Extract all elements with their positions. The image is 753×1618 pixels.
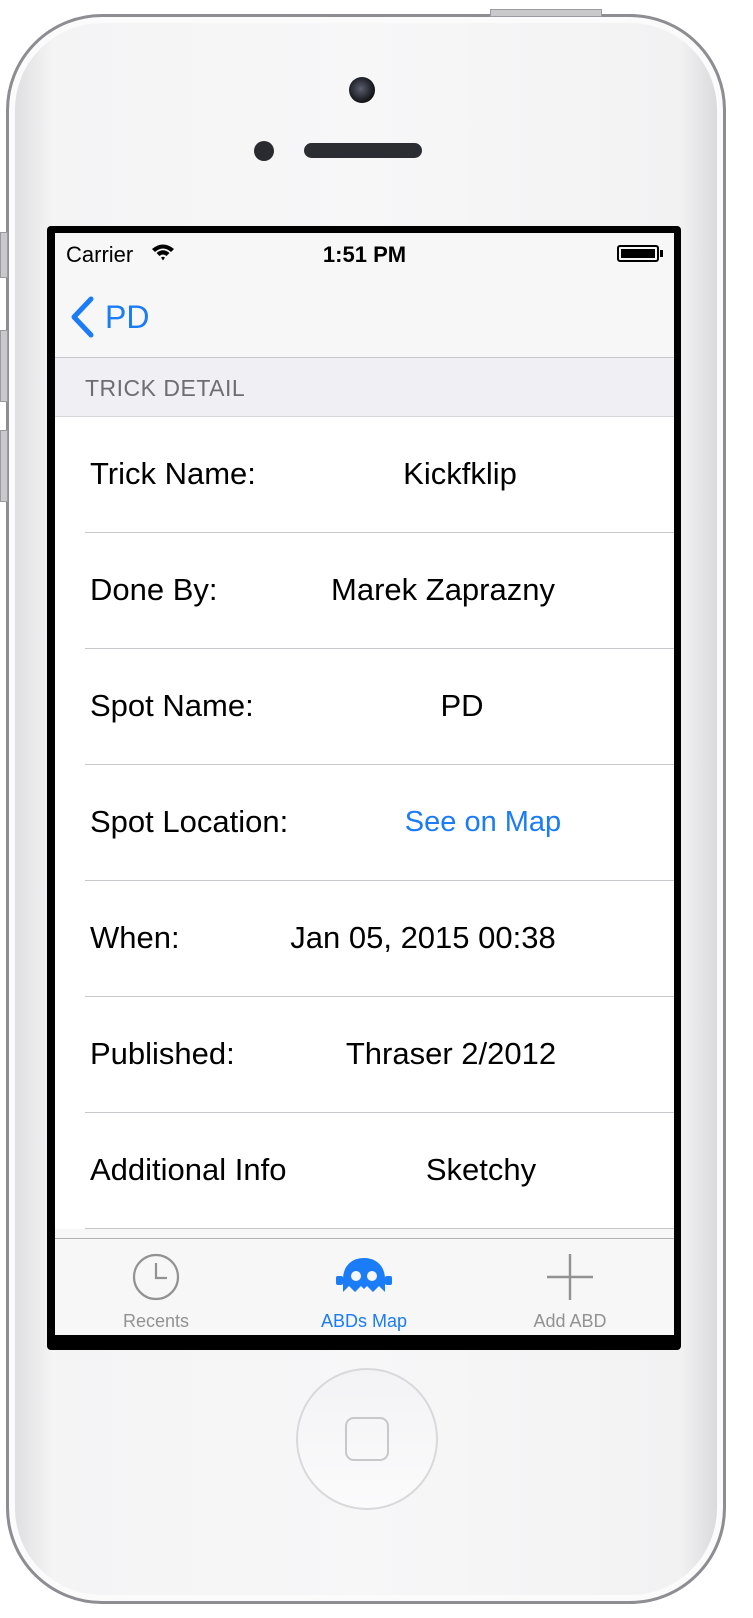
back-button-label: PD xyxy=(105,298,150,335)
detail-label: Additional Info xyxy=(90,1152,287,1187)
ghost-icon xyxy=(336,1258,392,1292)
screen: Carrier 1:51 PM PD TRICK DETAIL Trick Na… xyxy=(55,233,674,1335)
detail-value: PD xyxy=(440,688,484,723)
detail-value: Sketchy xyxy=(425,1152,537,1187)
back-button[interactable]: PD xyxy=(69,295,149,339)
tab-label: Recents xyxy=(122,1311,190,1331)
proximity-sensor xyxy=(254,141,274,161)
detail-value: Kickfklip xyxy=(403,456,517,491)
tab-bar: Recents ABDs Map Add ABD xyxy=(55,1238,674,1335)
battery-icon xyxy=(617,245,659,262)
tab-abds-map[interactable]: ABDs Map xyxy=(261,1239,467,1335)
detail-label: Spot Name: xyxy=(90,688,254,723)
detail-row-spot-location[interactable]: Spot Location: See on Map xyxy=(55,765,674,881)
tab-label: ABDs Map xyxy=(320,1311,408,1331)
detail-row-trick-name[interactable]: Trick Name: Kickfklip xyxy=(55,417,674,533)
navigation-bar: PD xyxy=(55,277,674,357)
detail-row-published[interactable]: Published: Thraser 2/2012 xyxy=(55,997,674,1113)
detail-row-additional-info[interactable]: Additional Info Sketchy xyxy=(55,1113,674,1229)
section-header-title: TRICK DETAIL xyxy=(85,375,246,401)
detail-row-done-by[interactable]: Done By: Marek Zaprazny xyxy=(55,533,674,649)
detail-value: Marek Zaprazny xyxy=(331,572,555,607)
see-on-map-link[interactable]: See on Map xyxy=(313,806,653,839)
clock-icon xyxy=(132,1253,180,1301)
row-divider xyxy=(85,1228,674,1229)
tab-add-abd[interactable]: Add ABD xyxy=(467,1239,673,1335)
battery-cap xyxy=(660,250,663,257)
detail-row-spot-name[interactable]: Spot Name: PD xyxy=(55,649,674,765)
home-button[interactable] xyxy=(296,1368,438,1510)
power-button xyxy=(490,9,602,17)
tab-recents[interactable]: Recents xyxy=(55,1239,259,1335)
detail-table: Trick Name: Kickfklip Done By: Marek Zap… xyxy=(55,417,674,1229)
chevron-left-icon xyxy=(71,296,94,338)
home-button-square-icon xyxy=(345,1417,389,1461)
detail-row-when[interactable]: When: Jan 05, 2015 00:38 xyxy=(55,881,674,997)
detail-value: Jan 05, 2015 00:38 xyxy=(290,920,556,955)
detail-label: Spot Location: xyxy=(90,804,289,839)
earpiece-speaker xyxy=(304,143,422,158)
detail-label: Published: xyxy=(90,1036,235,1071)
volume-up-button xyxy=(0,330,8,402)
status-time: 1:51 PM xyxy=(322,242,407,267)
detail-value: Thraser 2/2012 xyxy=(345,1036,557,1071)
plus-icon xyxy=(547,1254,593,1300)
detail-label: When: xyxy=(90,920,180,955)
section-header: TRICK DETAIL xyxy=(55,357,674,417)
detail-label: Done By: xyxy=(90,572,218,607)
tab-label: Add ABD xyxy=(533,1311,607,1331)
mute-switch xyxy=(0,232,8,278)
detail-label: Trick Name: xyxy=(90,456,256,491)
volume-down-button xyxy=(0,430,8,502)
front-camera xyxy=(349,77,375,103)
status-bar: Carrier 1:51 PM xyxy=(55,233,674,277)
